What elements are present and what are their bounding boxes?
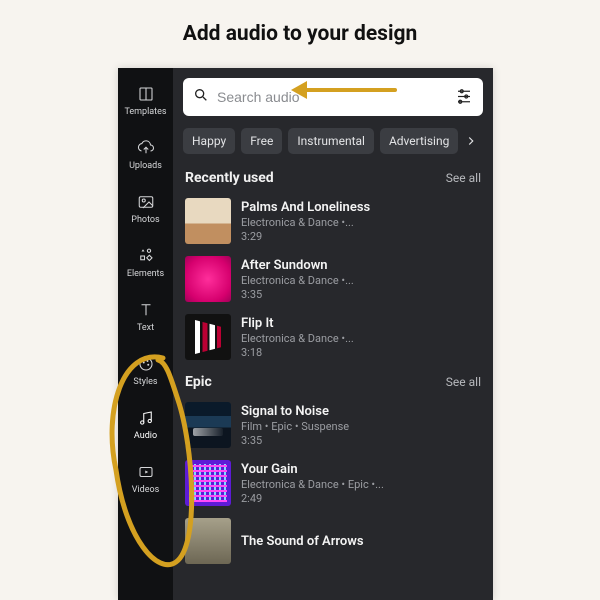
search-icon bbox=[193, 87, 209, 107]
track-info: After Sundown Electronica & Dance •... 3… bbox=[241, 258, 354, 301]
sidebar-item-styles[interactable]: Styles bbox=[118, 344, 173, 396]
track-row[interactable]: Palms And Loneliness Electronica & Dance… bbox=[173, 194, 493, 252]
track-title: After Sundown bbox=[241, 258, 354, 273]
track-meta: Electronica & Dance •... bbox=[241, 274, 354, 287]
chip-free[interactable]: Free bbox=[241, 128, 282, 154]
track-meta: Electronica & Dance •... bbox=[241, 216, 370, 229]
chip-instrumental[interactable]: Instrumental bbox=[288, 128, 374, 154]
track-thumb bbox=[185, 402, 231, 448]
templates-icon bbox=[136, 84, 156, 104]
sidebar-item-elements[interactable]: Elements bbox=[118, 236, 173, 288]
chip-row: Happy Free Instrumental Advertising bbox=[173, 124, 493, 164]
sidebar-item-label: Templates bbox=[124, 107, 166, 117]
uploads-icon bbox=[136, 138, 156, 158]
audio-panel: Happy Free Instrumental Advertising Rece… bbox=[173, 68, 493, 600]
elements-icon bbox=[136, 246, 156, 266]
app-window: Templates Uploads Photos Elements Text bbox=[118, 68, 493, 600]
track-thumb bbox=[185, 314, 231, 360]
track-meta: Electronica & Dance • Epic •... bbox=[241, 478, 384, 491]
track-meta: Film • Epic • Suspense bbox=[241, 420, 349, 433]
track-info: The Sound of Arrows bbox=[241, 534, 364, 549]
track-info: Your Gain Electronica & Dance • Epic •..… bbox=[241, 462, 384, 505]
sidebar-item-label: Text bbox=[137, 323, 154, 333]
audio-icon bbox=[136, 408, 156, 428]
track-info: Flip It Electronica & Dance •... 3:18 bbox=[241, 316, 354, 359]
sidebar-item-videos[interactable]: Videos bbox=[118, 452, 173, 504]
track-duration: 2:49 bbox=[241, 492, 384, 505]
track-row[interactable]: The Sound of Arrows bbox=[173, 514, 493, 564]
section-title: Recently used bbox=[185, 170, 274, 186]
track-duration: 3:29 bbox=[241, 230, 370, 243]
styles-icon bbox=[136, 354, 156, 374]
sidebar: Templates Uploads Photos Elements Text bbox=[118, 68, 173, 600]
track-duration: 3:35 bbox=[241, 434, 349, 447]
sidebar-item-label: Videos bbox=[132, 485, 160, 495]
section-title: Epic bbox=[185, 374, 212, 390]
sidebar-item-uploads[interactable]: Uploads bbox=[118, 128, 173, 180]
track-thumb bbox=[185, 518, 231, 564]
search-box[interactable] bbox=[183, 78, 483, 116]
sidebar-item-templates[interactable]: Templates bbox=[118, 74, 173, 126]
track-title: Signal to Noise bbox=[241, 404, 349, 419]
track-title: Your Gain bbox=[241, 462, 384, 477]
track-row[interactable]: Signal to Noise Film • Epic • Suspense 3… bbox=[173, 398, 493, 456]
page-title: Add audio to your design bbox=[0, 0, 600, 46]
see-all-link[interactable]: See all bbox=[446, 375, 481, 389]
videos-icon bbox=[136, 462, 156, 482]
search-input[interactable] bbox=[217, 89, 447, 105]
track-duration: 3:35 bbox=[241, 288, 354, 301]
see-all-link[interactable]: See all bbox=[446, 171, 481, 185]
track-row[interactable]: Flip It Electronica & Dance •... 3:18 bbox=[173, 310, 493, 368]
chip-advertising[interactable]: Advertising bbox=[380, 128, 458, 154]
section-header-recent: Recently used See all bbox=[173, 164, 493, 194]
sidebar-item-label: Styles bbox=[133, 377, 157, 387]
track-row[interactable]: After Sundown Electronica & Dance •... 3… bbox=[173, 252, 493, 310]
track-thumb bbox=[185, 198, 231, 244]
track-duration: 3:18 bbox=[241, 346, 354, 359]
sidebar-item-photos[interactable]: Photos bbox=[118, 182, 173, 234]
track-title: Flip It bbox=[241, 316, 354, 331]
sidebar-item-label: Elements bbox=[127, 269, 164, 279]
sidebar-item-audio[interactable]: Audio bbox=[118, 398, 173, 450]
track-thumb bbox=[185, 460, 231, 506]
track-thumb bbox=[185, 256, 231, 302]
text-icon bbox=[136, 300, 156, 320]
track-info: Signal to Noise Film • Epic • Suspense 3… bbox=[241, 404, 349, 447]
sidebar-item-label: Photos bbox=[131, 215, 159, 225]
section-header-epic: Epic See all bbox=[173, 368, 493, 398]
track-title: The Sound of Arrows bbox=[241, 534, 364, 549]
photos-icon bbox=[136, 192, 156, 212]
filters-icon[interactable] bbox=[455, 86, 473, 108]
track-title: Palms And Loneliness bbox=[241, 200, 370, 215]
sidebar-item-label: Uploads bbox=[129, 161, 162, 171]
chevron-right-icon[interactable] bbox=[464, 134, 478, 148]
track-row[interactable]: Your Gain Electronica & Dance • Epic •..… bbox=[173, 456, 493, 514]
sidebar-item-label: Audio bbox=[134, 431, 157, 441]
chip-happy[interactable]: Happy bbox=[183, 128, 235, 154]
track-info: Palms And Loneliness Electronica & Dance… bbox=[241, 200, 370, 243]
track-meta: Electronica & Dance •... bbox=[241, 332, 354, 345]
sidebar-item-text[interactable]: Text bbox=[118, 290, 173, 342]
search-row bbox=[173, 68, 493, 124]
